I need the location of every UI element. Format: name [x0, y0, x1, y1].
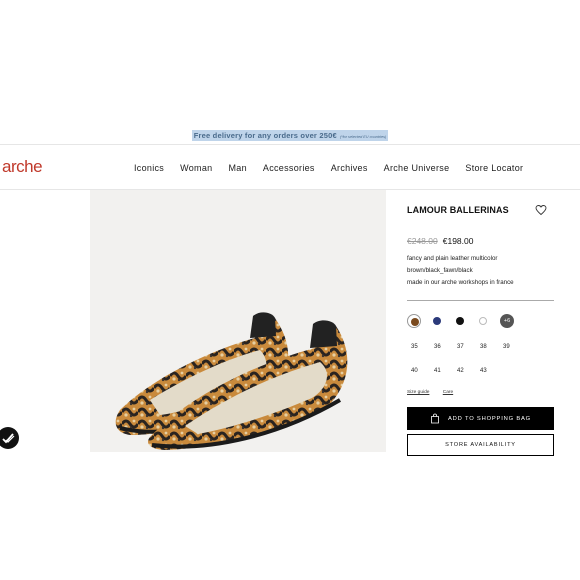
divider [407, 300, 554, 301]
description-line: fancy and plain leather multicolor [407, 255, 498, 262]
size-option[interactable]: 41 [434, 368, 441, 374]
color-swatch-black[interactable] [453, 314, 467, 328]
promo-banner: Free delivery for any orders over 250€ (… [0, 126, 580, 144]
size-option[interactable]: 39 [503, 344, 510, 350]
original-price: €248.00 [407, 236, 438, 246]
promo-text: Free delivery for any orders over 250€ [193, 130, 337, 140]
description-line: made in our arche workshops in france [407, 279, 514, 286]
promo-highlight: Free delivery for any orders over 250€ (… [191, 129, 389, 141]
info-links: Size guide Care [407, 390, 465, 395]
care-link[interactable]: Care [443, 390, 453, 395]
nav-item-arche-universe[interactable]: Arche Universe [384, 163, 450, 173]
add-to-bag-button[interactable]: ADD TO SHOPPING BAG [407, 407, 554, 430]
size-guide-link[interactable]: Size guide [407, 390, 429, 395]
product-details: LAMOUR BALLERINAS €248.00 €198.00 fancy … [407, 190, 557, 456]
size-option[interactable]: 35 [411, 344, 418, 350]
main-nav: Iconics Woman Man Accessories Archives A… [134, 145, 539, 191]
brand-logo[interactable]: arche [2, 157, 43, 177]
more-colors-button[interactable]: +6 [500, 314, 514, 328]
heart-icon[interactable] [535, 204, 547, 216]
promo-footnote: (*for selected EU countries) [339, 134, 387, 139]
sale-price: €198.00 [442, 236, 474, 246]
checkmark-badge-icon[interactable] [0, 427, 19, 449]
site-header: arche Iconics Woman Man Accessories Arch… [0, 144, 580, 190]
color-swatches: +6 [407, 314, 557, 330]
price-block: €248.00 €198.00 [407, 236, 473, 246]
swatch-dot [479, 317, 487, 325]
product-title: LAMOUR BALLERINAS [407, 205, 509, 215]
description-line: brown/black_fawn/black [407, 267, 473, 274]
nav-item-archives[interactable]: Archives [331, 163, 368, 173]
shopping-bag-icon [431, 413, 439, 424]
product-area: LAMOUR BALLERINAS €248.00 €198.00 fancy … [0, 190, 580, 456]
size-option[interactable]: 36 [434, 344, 441, 350]
thumbnail-column [0, 190, 90, 452]
size-option[interactable]: 38 [480, 344, 487, 350]
color-swatch-brown[interactable] [407, 314, 421, 328]
nav-item-man[interactable]: Man [228, 163, 246, 173]
swatch-dot [433, 317, 441, 325]
product-image-ballerinas [115, 312, 348, 450]
color-swatch-navy[interactable] [430, 314, 444, 328]
checkmark-icon [2, 433, 15, 444]
size-option[interactable]: 40 [411, 368, 418, 374]
product-description: fancy and plain leather multicolor brown… [407, 253, 514, 289]
nav-item-store-locator[interactable]: Store Locator [465, 163, 523, 173]
size-option[interactable]: 42 [457, 368, 464, 374]
nav-item-accessories[interactable]: Accessories [263, 163, 315, 173]
size-option[interactable]: 43 [480, 368, 487, 374]
nav-item-woman[interactable]: Woman [180, 163, 212, 173]
color-swatch-white[interactable] [476, 314, 490, 328]
product-image-panel[interactable] [90, 190, 386, 452]
store-availability-button[interactable]: STORE AVAILABILITY [407, 434, 554, 456]
size-option[interactable]: 37 [457, 344, 464, 350]
swatch-dot [411, 318, 419, 326]
swatch-dot [456, 317, 464, 325]
nav-item-iconics[interactable]: Iconics [134, 163, 164, 173]
add-to-bag-label: ADD TO SHOPPING BAG [448, 415, 531, 422]
